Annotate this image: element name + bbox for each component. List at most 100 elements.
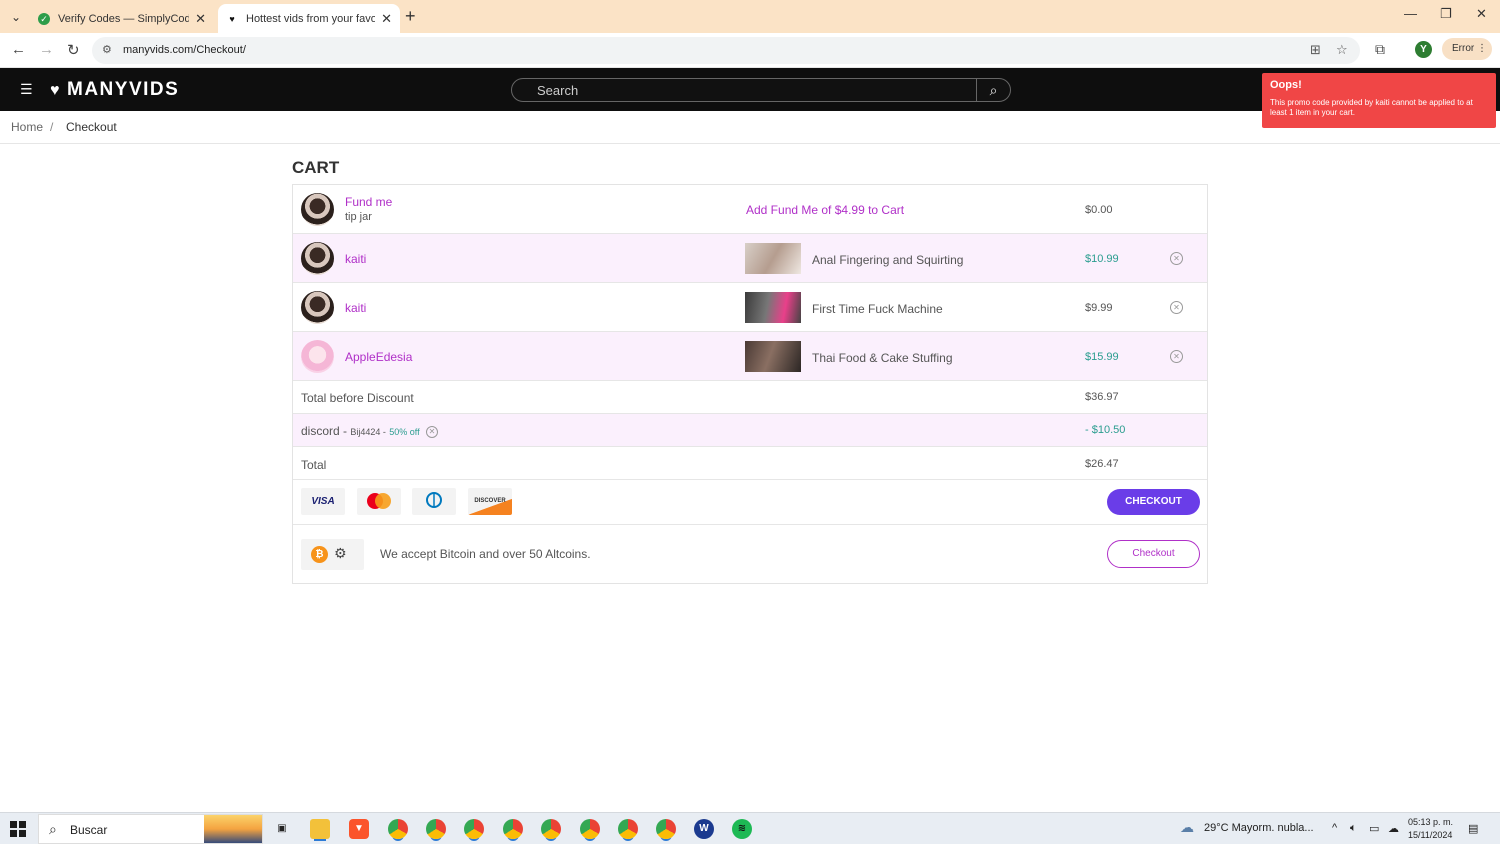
- taskbar-search[interactable]: ⌕ Buscar: [38, 814, 263, 844]
- close-window-icon[interactable]: ✕: [1476, 6, 1487, 22]
- error-button[interactable]: Error ⋮: [1442, 38, 1492, 60]
- search-input[interactable]: Search: [511, 78, 977, 102]
- extensions-icon[interactable]: ⧉: [1375, 41, 1385, 58]
- avatar[interactable]: [301, 193, 334, 226]
- clock-date: 15/11/2024: [1408, 830, 1453, 840]
- translate-icon[interactable]: ⊞: [1310, 42, 1321, 58]
- manyvids-favicon-icon: ♥: [229, 13, 235, 24]
- discover-icon: DISCOVER: [468, 488, 512, 515]
- product-thumbnail[interactable]: [745, 341, 801, 372]
- remove-item-icon[interactable]: ✕: [1170, 252, 1183, 265]
- total-label: Total: [301, 458, 327, 472]
- error-label: Error: [1452, 43, 1475, 54]
- logo-mark-icon: ♥: [50, 82, 61, 99]
- chrome-profile-icon[interactable]: [464, 819, 484, 839]
- chrome-profile-icon[interactable]: [426, 819, 446, 839]
- site-info-icon[interactable]: ⚙: [102, 43, 112, 56]
- breadcrumb-home[interactable]: Home: [11, 120, 43, 134]
- product-name[interactable]: Thai Food & Cake Stuffing: [812, 351, 953, 365]
- notifications-icon[interactable]: ▤: [1468, 822, 1478, 835]
- toast-title: Oops!: [1270, 79, 1302, 91]
- wordpress-icon[interactable]: W: [694, 819, 714, 839]
- discount-percent: 50% off: [389, 427, 420, 437]
- profile-avatar[interactable]: Y: [1415, 41, 1432, 58]
- menu-icon[interactable]: ☰: [20, 81, 33, 98]
- onedrive-icon[interactable]: ☁: [1388, 822, 1399, 835]
- crypto-icons: ₿ ⚙: [301, 539, 364, 570]
- chrome-profile-icon[interactable]: [541, 819, 561, 839]
- new-tab-button[interactable]: +: [405, 6, 416, 27]
- avatar[interactable]: [301, 242, 334, 275]
- product-thumbnail[interactable]: [745, 292, 801, 323]
- minimize-icon[interactable]: —: [1404, 6, 1417, 21]
- brave-icon[interactable]: ▼: [349, 819, 369, 839]
- tab-title: Hottest vids from your favorite: [246, 12, 376, 25]
- checkout-button[interactable]: CHECKOUT: [1107, 489, 1200, 515]
- forward-icon[interactable]: →: [39, 41, 54, 58]
- bitcoin-icon: ₿: [311, 546, 328, 563]
- bookmark-star-icon[interactable]: ☆: [1336, 42, 1348, 58]
- crypto-description: We accept Bitcoin and over 50 Altcoins.: [380, 547, 591, 561]
- product-thumbnail[interactable]: [745, 243, 801, 274]
- fund-me-row: Fund me tip jar Add Fund Me of $4.99 to …: [293, 185, 1207, 234]
- discount-code: Bij4424 -: [350, 427, 386, 437]
- fund-me-link[interactable]: Fund me: [345, 195, 392, 209]
- weather-icon[interactable]: ☁: [1180, 819, 1194, 836]
- visa-icon: VISA: [301, 488, 345, 515]
- product-name[interactable]: First Time Fuck Machine: [812, 302, 943, 316]
- seller-link[interactable]: kaiti: [345, 252, 366, 266]
- tab-manyvids[interactable]: ♥ Hottest vids from your favorite ✕: [218, 4, 400, 33]
- tab-simplycodes[interactable]: ✓ Verify Codes — SimplyCodes ✕: [30, 4, 214, 33]
- total-value: $26.47: [1085, 458, 1119, 470]
- taskbar-clock[interactable]: 05:13 p. m. 15/11/2024: [1408, 816, 1453, 842]
- remove-item-icon[interactable]: ✕: [1170, 350, 1183, 363]
- windows-start-icon[interactable]: [10, 821, 26, 837]
- price: $9.99: [1085, 302, 1113, 314]
- task-view-icon[interactable]: ▣: [272, 819, 292, 839]
- mastercard-icon: [357, 488, 401, 515]
- chrome-profile-icon[interactable]: [503, 819, 523, 839]
- close-tab-icon[interactable]: ✕: [381, 11, 392, 27]
- seller-link[interactable]: AppleEdesia: [345, 350, 412, 364]
- clock-time: 05:13 p. m.: [1408, 817, 1454, 827]
- chrome-profile-icon[interactable]: [618, 819, 638, 839]
- weather-text[interactable]: 29°C Mayorm. nubla...: [1204, 822, 1314, 834]
- avatar[interactable]: [301, 340, 334, 373]
- seller-link[interactable]: kaiti: [345, 301, 366, 315]
- back-icon[interactable]: ←: [11, 41, 26, 58]
- cart-table: Fund me tip jar Add Fund Me of $4.99 to …: [292, 184, 1208, 584]
- remove-discount-icon[interactable]: ✕: [425, 425, 438, 438]
- remove-item-icon[interactable]: ✕: [1170, 301, 1183, 314]
- search-icon[interactable]: ⌕: [976, 78, 1011, 102]
- product-name[interactable]: Anal Fingering and Squirting: [812, 253, 963, 267]
- subtotal-label: Total before Discount: [301, 391, 414, 405]
- tray-chevron-icon[interactable]: ^: [1332, 822, 1337, 834]
- breadcrumb: Home / Checkout: [0, 111, 1500, 144]
- url-bar[interactable]: ⚙ manyvids.com/Checkout/ ⊞ ☆: [92, 37, 1360, 64]
- close-tab-icon[interactable]: ✕: [195, 11, 206, 27]
- subtotal-value: $36.97: [1085, 391, 1119, 403]
- search-icon: ⌕: [49, 821, 57, 837]
- cart-item-row: kaiti First Time Fuck Machine $9.99 ✕: [293, 283, 1207, 332]
- manyvids-logo[interactable]: ♥ MANYVIDS: [50, 79, 179, 101]
- restore-icon[interactable]: ❐: [1440, 6, 1452, 22]
- url-text[interactable]: manyvids.com/Checkout/: [123, 44, 246, 56]
- cart-title: CART: [292, 158, 340, 177]
- chrome-profile-icon[interactable]: [656, 819, 676, 839]
- tab-search-dropdown-icon[interactable]: ⌄: [6, 7, 26, 27]
- discount-value: - $10.50: [1085, 424, 1126, 436]
- chrome-profile-icon[interactable]: [388, 819, 408, 839]
- volume-icon[interactable]: 🔈︎: [1350, 822, 1357, 835]
- crypto-checkout-button[interactable]: Checkout: [1107, 540, 1200, 568]
- discount-line: discord - Bij4424 - 50% off ✕: [301, 424, 438, 438]
- add-fund-me-link[interactable]: Add Fund Me of $4.99 to Cart: [746, 203, 904, 217]
- network-icon[interactable]: ▭: [1369, 822, 1379, 835]
- avatar[interactable]: [301, 291, 334, 324]
- file-explorer-icon[interactable]: [310, 819, 330, 839]
- reload-icon[interactable]: ↻: [67, 41, 80, 59]
- chrome-profile-icon[interactable]: [580, 819, 600, 839]
- subtotal-row: Total before Discount $36.97: [293, 381, 1207, 414]
- breadcrumb-separator: /: [50, 120, 54, 134]
- spotify-icon[interactable]: ≋: [732, 819, 752, 839]
- cart-item-row: kaiti Anal Fingering and Squirting $10.9…: [293, 234, 1207, 283]
